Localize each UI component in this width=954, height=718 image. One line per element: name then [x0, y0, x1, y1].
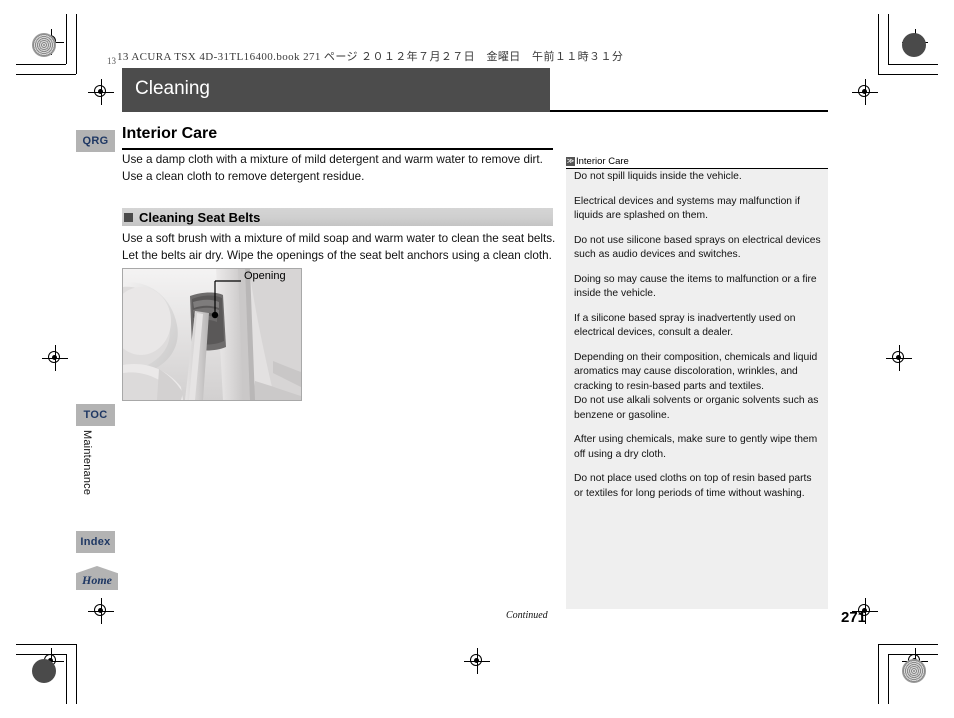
chapter-title-bar: Cleaning [122, 68, 550, 112]
crop-mark-line [66, 654, 67, 704]
note-paragraph: Electrical devices and systems may malfu… [574, 195, 801, 222]
crop-mark-line [888, 654, 889, 704]
square-bullet-icon [124, 212, 133, 222]
page-title: Interior Care [122, 125, 218, 142]
note-paragraph: After using chemicals, make sure to gent… [574, 434, 818, 460]
note-panel-header: ≫ Interior Care [566, 154, 828, 169]
tab-toc[interactable]: TOC [76, 404, 115, 426]
note-paragraph: Depending on their composition, chemical… [574, 351, 818, 392]
print-density-blob [902, 33, 926, 57]
crop-mark-line [76, 644, 77, 704]
page-number: 271 [841, 609, 867, 626]
section-paragraph: Use a soft brush with a mixture of mild … [122, 232, 556, 262]
print-density-blob [32, 659, 56, 683]
crop-mark-line [76, 14, 77, 74]
registration-target [88, 79, 114, 105]
title-rule [550, 110, 828, 112]
note-paragraph: Do not spill liquids inside the vehicle. [574, 171, 742, 182]
note-paragraph: Doing so may cause the items to malfunct… [574, 273, 817, 300]
crop-mark-line [16, 74, 76, 75]
print-density-blob [32, 33, 56, 57]
crop-mark-line [16, 644, 76, 645]
illustration-svg [123, 269, 301, 400]
note-paragraph: Do not use alkali solvents or organic so… [574, 395, 819, 421]
section-heading-label: Cleaning Seat Belts [139, 209, 261, 225]
registration-target [42, 345, 68, 371]
note-paragraph: Do not use silicone based sprays on elec… [574, 234, 821, 261]
intro-paragraph: Use a damp cloth with a mixture of mild … [122, 153, 543, 183]
section-heading: Cleaning Seat Belts [122, 208, 553, 226]
plate-number-label: 13 [107, 56, 116, 66]
figure-callout-label: Opening [244, 270, 286, 282]
double-chevron-icon: ≫ [566, 156, 575, 166]
print-header-text: 13 ACURA TSX 4D-31TL16400.book 271 ページ ２… [117, 51, 624, 63]
print-density-blob [902, 659, 926, 683]
page-title-rule [122, 148, 553, 150]
crop-mark-line [878, 14, 879, 74]
continued-label: Continued [506, 610, 548, 621]
tab-home[interactable]: Home [76, 566, 118, 590]
note-paragraph: If a silicone based spray is inadvertent… [574, 312, 796, 339]
note-panel-title: Interior Care [576, 155, 629, 167]
crop-mark-line [878, 644, 938, 645]
note-panel-body: Do not spill liquids inside the vehicle.… [574, 170, 822, 511]
crop-mark-line [878, 74, 938, 75]
seat-belt-anchor-illustration [122, 268, 302, 401]
registration-target [886, 345, 912, 371]
crop-mark-line [66, 14, 67, 64]
crop-mark-line [16, 64, 66, 65]
chapter-vertical-label: Maintenance [81, 430, 93, 496]
registration-target [464, 648, 490, 674]
note-paragraph: Do not place used cloths on top of resin… [574, 473, 812, 499]
tab-qrg[interactable]: QRG [76, 130, 115, 152]
registration-target [88, 598, 114, 624]
tab-index[interactable]: Index [76, 531, 115, 553]
registration-target [852, 79, 878, 105]
chapter-title: Cleaning [135, 78, 210, 99]
crop-mark-line [888, 14, 889, 64]
crop-mark-line [888, 64, 938, 65]
tab-home-label: Home [82, 573, 112, 587]
crop-mark-line [878, 644, 879, 704]
